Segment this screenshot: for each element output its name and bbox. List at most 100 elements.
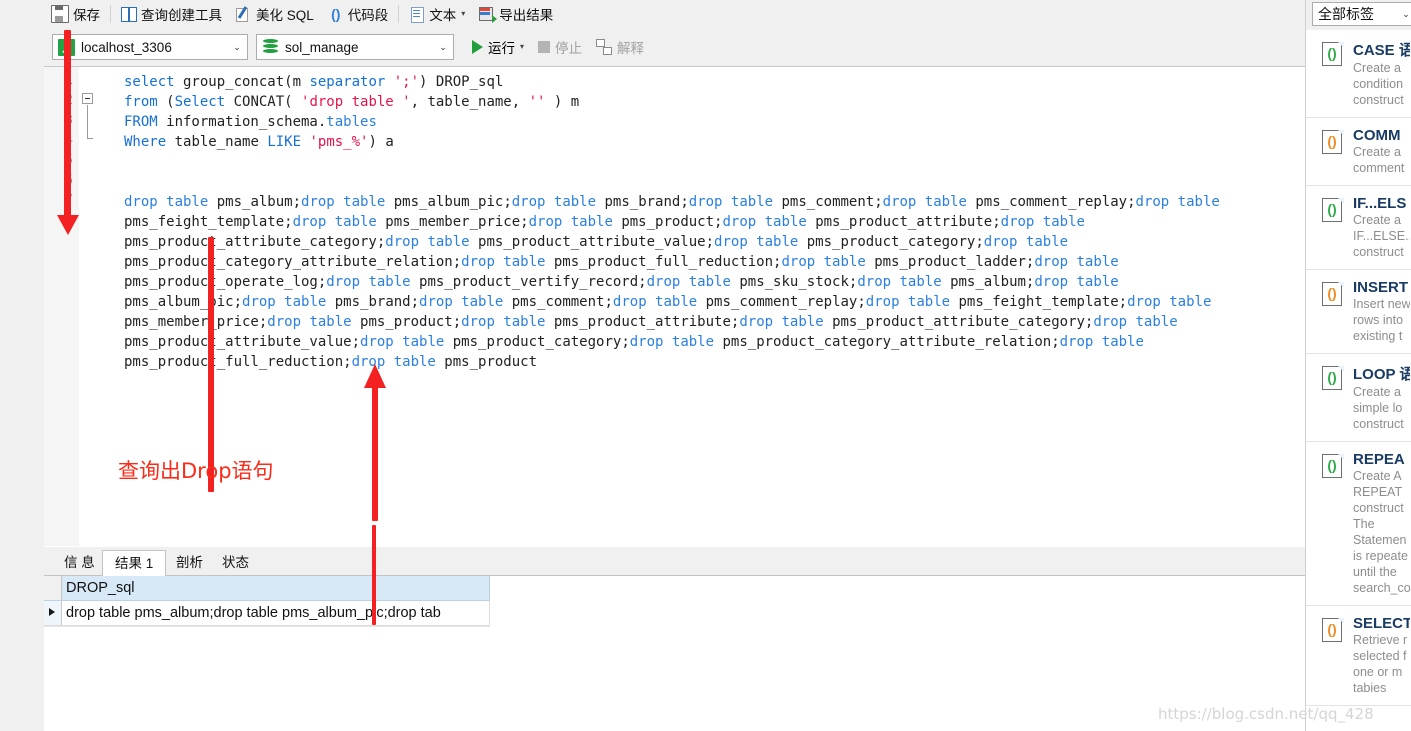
tab-status[interactable]: 状态 bbox=[210, 551, 261, 576]
run-button-label: 运行 bbox=[488, 41, 515, 56]
editor-code-line: pms_product_attribute_value;drop table p… bbox=[124, 334, 1144, 350]
run-button[interactable]: 运行 ▾ bbox=[468, 33, 528, 61]
watermark-text: https://blog.csdn.net/qq_428 bbox=[1158, 705, 1374, 723]
snippet-description: Create a simple lo construct bbox=[1353, 385, 1404, 431]
toolbar-separator-2 bbox=[398, 5, 400, 23]
grid-row-indicator[interactable] bbox=[44, 601, 62, 626]
snippet-panel-header: 全部标签 ⌄ bbox=[1306, 0, 1411, 30]
editor-code-line: pms_product_attribute_category;drop tabl… bbox=[124, 234, 1069, 250]
table-row[interactable]: drop table pms_album;drop table pms_albu… bbox=[62, 601, 490, 626]
annotation-arrow-editor-shaft bbox=[208, 237, 214, 492]
annotation-arrow-middle-shaft bbox=[372, 386, 378, 521]
snippet-title: SELECT bbox=[1353, 615, 1410, 632]
annotation-arrow-middle-head bbox=[364, 364, 386, 388]
code-segment-icon: () bbox=[331, 6, 341, 22]
chevron-down-icon[interactable]: ▾ bbox=[461, 10, 465, 18]
chevron-down-icon[interactable]: ⌄ bbox=[1397, 9, 1411, 20]
explain-button[interactable]: 解释 bbox=[592, 33, 648, 61]
chevron-down-icon[interactable]: ▾ bbox=[520, 43, 524, 51]
editor-fold-column[interactable] bbox=[79, 67, 99, 546]
snippet-body: REPEA Create A REPEAT construct The Statemen i… bbox=[1353, 451, 1411, 596]
text-icon bbox=[409, 6, 425, 23]
snippet-body: INSERT Insert new rows into existing t bbox=[1353, 279, 1411, 344]
code-snippet-panel: 全部标签 ⌄ () CASE 语 Create a condition construc… bbox=[1305, 0, 1411, 731]
beautify-sql-label: 美化 SQL bbox=[256, 8, 314, 23]
editor-line-number-gutter: 1234567 bbox=[44, 67, 79, 546]
stop-button[interactable]: 停止 bbox=[534, 33, 586, 61]
tab-result-1[interactable]: 结果 1 bbox=[102, 550, 167, 577]
editor-vertical-scrollbar-track[interactable] bbox=[22, 0, 66, 731]
snippet-body: LOOP 语 Create a simple lo construct bbox=[1353, 363, 1411, 432]
snippet-title: IF...ELS bbox=[1353, 195, 1407, 212]
code-snippet-icon: () bbox=[1322, 366, 1344, 392]
code-snippet-icon: () bbox=[1322, 282, 1344, 308]
grid-column-header-DROP_sql[interactable]: DROP_sql bbox=[62, 576, 490, 601]
grid-bottom-divider bbox=[44, 626, 490, 627]
connection-value: localhost_3306 bbox=[81, 39, 172, 55]
database-value: sol_manage bbox=[285, 39, 359, 55]
result-tabstrip: 信 息结果 1 剖析 状态 bbox=[44, 547, 1305, 577]
fold-bracket-line bbox=[87, 105, 88, 139]
export-result-label: 导出结果 bbox=[499, 8, 554, 23]
explain-icon bbox=[596, 39, 613, 55]
editor-code-line: pms_product_operate_log;drop table pms_p… bbox=[124, 274, 1119, 290]
save-icon bbox=[51, 5, 69, 23]
sql-editor-window: 保存 查询创建工具 美化 SQL () 代码段 文本 ▾ 导出结果 localh… bbox=[44, 0, 1305, 731]
save-button[interactable]: 保存 bbox=[44, 0, 107, 28]
code-snippet-icon: () bbox=[1322, 42, 1344, 68]
grid-corner-cell bbox=[44, 576, 62, 601]
tab-info[interactable]: 信 息 bbox=[52, 551, 107, 576]
code-segment-label: 代码段 bbox=[347, 8, 389, 23]
main-toolbar: 保存 查询创建工具 美化 SQL () 代码段 文本 ▾ 导出结果 bbox=[44, 0, 1305, 28]
snippet-title: INSERT bbox=[1353, 279, 1409, 296]
editor-code-line: pms_member_price;drop table pms_product;… bbox=[124, 314, 1178, 330]
editor-code-area[interactable]: select group_concat(m separator ';') DRO… bbox=[99, 67, 1305, 546]
snippet-body: CASE 语 Create a condition construct bbox=[1353, 39, 1411, 108]
snippet-description: Create a IF...ELSE... construct bbox=[1353, 213, 1410, 259]
text-format-button[interactable]: 文本 ▾ bbox=[402, 0, 472, 28]
save-button-label: 保存 bbox=[73, 8, 100, 23]
result-grid[interactable]: DROP_sql drop table pms_album;drop table… bbox=[44, 576, 1305, 731]
tag-filter-select[interactable]: 全部标签 ⌄ bbox=[1312, 2, 1411, 26]
connection-bar: localhost_3306 ⌄ sol_manage ⌄ 运行 ▾ 停止 解释 bbox=[44, 28, 1305, 66]
snippet-body: SELECT Retrieve r selected f one or m tabies bbox=[1353, 615, 1411, 696]
snippet-item[interactable]: () IF...ELS Create a IF...ELSE... construct bbox=[1306, 186, 1411, 270]
export-result-icon bbox=[479, 6, 498, 23]
beautify-sql-button[interactable]: 美化 SQL bbox=[229, 0, 321, 28]
snippet-title: COMM bbox=[1353, 127, 1401, 144]
snippet-item[interactable]: () LOOP 语 Create a simple lo construct bbox=[1306, 354, 1411, 442]
tab-profile[interactable]: 剖析 bbox=[164, 551, 215, 576]
query-builder-button[interactable]: 查询创建工具 bbox=[114, 0, 229, 28]
play-icon bbox=[472, 40, 483, 54]
code-snippet-icon: () bbox=[1322, 198, 1344, 224]
current-row-caret-icon bbox=[49, 608, 55, 616]
snippet-item[interactable]: () INSERT Insert new rows into existing t bbox=[1306, 270, 1411, 354]
chevron-down-icon[interactable]: ⌄ bbox=[227, 42, 247, 53]
export-result-button[interactable]: 导出结果 bbox=[472, 0, 560, 28]
snippet-description: Create a condition construct bbox=[1353, 61, 1404, 107]
snippet-item[interactable]: () CASE 语 Create a condition construct bbox=[1306, 30, 1411, 118]
explain-button-label: 解释 bbox=[617, 41, 645, 56]
database-icon bbox=[262, 38, 279, 56]
database-select[interactable]: sol_manage ⌄ bbox=[256, 34, 454, 60]
snippet-item[interactable]: () SELECT Retrieve r selected f one or m tabi… bbox=[1306, 606, 1411, 706]
window-left-gutter bbox=[0, 0, 22, 731]
editor-code-line: select group_concat(m separator ';') DRO… bbox=[124, 74, 504, 90]
snippet-title: REPEA bbox=[1353, 451, 1405, 468]
fold-collapse-icon[interactable] bbox=[82, 93, 93, 104]
stop-icon bbox=[538, 41, 551, 53]
beautify-sql-icon bbox=[236, 6, 252, 22]
annotation-arrow-left-head bbox=[57, 215, 79, 235]
editor-code-line: pms_product_category_attribute_relation;… bbox=[124, 254, 1119, 270]
chevron-down-icon[interactable]: ⌄ bbox=[433, 42, 453, 53]
editor-code-line: pms_product_full_reduction;drop table pm… bbox=[124, 354, 538, 370]
snippet-item[interactable]: () COMM Create a comment bbox=[1306, 118, 1411, 186]
editor-code-line: from (Select CONCAT( 'drop table ', tabl… bbox=[124, 94, 580, 110]
connection-select[interactable]: localhost_3306 ⌄ bbox=[52, 34, 248, 60]
editor-code-line: FROM information_schema.tables bbox=[124, 114, 377, 130]
snippet-list[interactable]: () CASE 语 Create a condition construct () COMM… bbox=[1306, 30, 1411, 706]
tag-filter-label: 全部标签 bbox=[1318, 6, 1374, 22]
snippet-item[interactable]: () REPEA Create A REPEAT construct The Stateme… bbox=[1306, 442, 1411, 606]
code-snippet-icon: () bbox=[1322, 454, 1344, 480]
code-segment-button[interactable]: () 代码段 bbox=[321, 0, 396, 28]
